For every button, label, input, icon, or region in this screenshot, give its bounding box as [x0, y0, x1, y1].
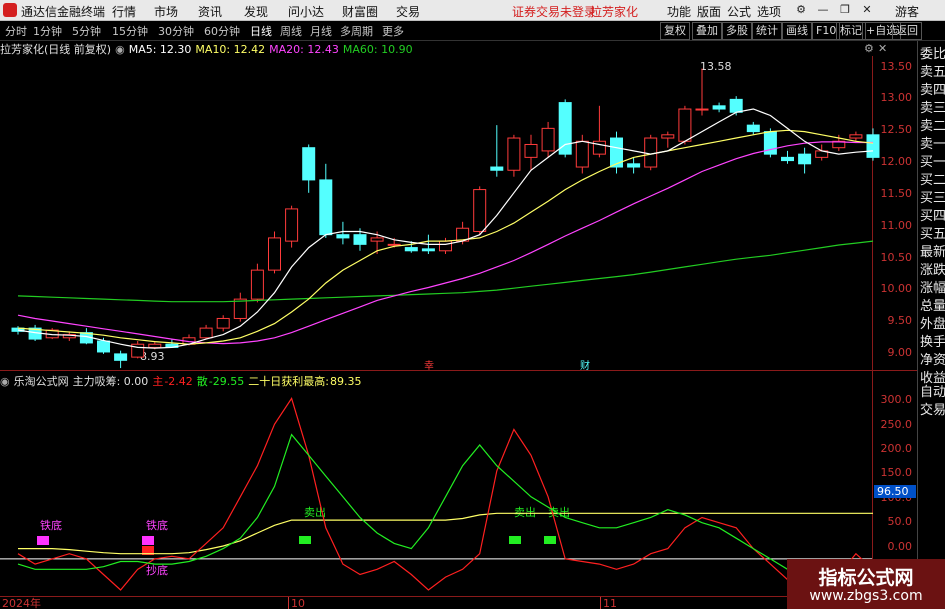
sub-current-value: 96.50	[877, 485, 909, 498]
panel-buy4[interactable]: 买四	[920, 209, 945, 225]
candle-body	[199, 327, 213, 339]
date-label: 10	[291, 597, 305, 609]
candle-body	[285, 208, 299, 242]
panel-buy5[interactable]: 买五	[920, 227, 945, 243]
candle-body	[490, 166, 504, 171]
sub-tick: 0.00	[888, 540, 913, 553]
price-axis: 13.50 13.00 12.50 12.00 11.50 11.00 10.5…	[881, 60, 913, 359]
kline-chart[interactable]: 13.50 13.00 12.50 12.00 11.50 11.00 10.5…	[0, 0, 945, 609]
sub-tick: 50.0	[888, 515, 913, 528]
maichu-marker	[544, 536, 556, 544]
candle-body	[370, 237, 384, 242]
candle-body	[473, 189, 487, 232]
price-tick: 11.50	[881, 187, 913, 200]
watermark-box: 指标公式网 www.zbgs3.com	[787, 559, 945, 609]
candle-body	[216, 317, 230, 329]
panel-sell4[interactable]: 卖四	[920, 83, 945, 99]
candle-body	[712, 105, 726, 110]
panel-buy1[interactable]: 买一	[920, 155, 945, 171]
price-tick: 10.00	[881, 282, 913, 295]
event-mark[interactable]: 幸	[424, 360, 434, 372]
price-tick: 13.00	[881, 91, 913, 104]
candle-body	[798, 153, 812, 165]
candle-body	[627, 163, 641, 168]
candle-body	[353, 234, 367, 245]
panel-buy3[interactable]: 买三	[920, 191, 945, 207]
baodi-label: 抄底	[146, 563, 168, 577]
panel-volume[interactable]: 总量	[920, 299, 945, 315]
candle-body	[678, 108, 692, 142]
price-tick: 11.00	[881, 219, 913, 232]
panel-netasset[interactable]: 净资	[920, 353, 945, 369]
panel-sell5[interactable]: 卖五	[920, 65, 945, 81]
candle-body	[439, 240, 452, 252]
watermark-title: 指标公式网	[818, 567, 914, 589]
candle-body	[233, 298, 247, 319]
sub-tick: 150.0	[881, 466, 913, 479]
tiedi-label: 铁底	[40, 518, 62, 532]
candle-body	[507, 137, 521, 171]
ma10-line	[17, 129, 874, 345]
candle-body	[524, 143, 538, 158]
candle-body	[404, 247, 418, 252]
price-tick: 12.00	[881, 155, 913, 168]
candle-body	[558, 102, 572, 155]
price-tick: 13.50	[881, 60, 913, 73]
panel-turnover[interactable]: 换手	[920, 335, 945, 351]
panel-trade[interactable]: 交易	[920, 403, 945, 419]
tiedi-marker	[142, 536, 154, 545]
panel-sell1[interactable]: 卖一	[920, 137, 945, 153]
candle-body	[336, 234, 350, 239]
right-quote-panel: 委比 卖五 卖四 卖三 卖二 卖一 买一 买二 买三 买四 买五 最新 涨跌 涨…	[917, 41, 945, 609]
maichu-label: 卖出	[514, 505, 536, 519]
sub-tick: 200.0	[881, 442, 913, 455]
candle-body	[421, 248, 435, 252]
panel-change[interactable]: 涨跌	[920, 263, 945, 279]
maichu-marker	[509, 536, 521, 544]
candle-body	[575, 140, 589, 168]
price-tick: 12.50	[881, 123, 913, 136]
price-tick: 10.50	[881, 251, 913, 264]
sub-tick: 300.0	[881, 393, 913, 406]
candle-body	[866, 134, 880, 158]
panel-latest[interactable]: 最新	[920, 245, 945, 261]
watermark-url: www.zbgs3.com	[809, 588, 923, 604]
panel-outer[interactable]: 外盘	[920, 317, 945, 333]
tiedi-marker	[37, 536, 49, 545]
panel-change-pct[interactable]: 涨幅	[920, 281, 945, 297]
candle-body	[849, 134, 863, 139]
candle-body	[97, 340, 110, 353]
candle-body	[729, 98, 743, 113]
event-mark[interactable]: 财	[580, 359, 590, 372]
sub-axis: 300.0 250.0 200.0 150.0 100.0 50.0 0.00	[881, 393, 913, 553]
candle-body	[268, 237, 281, 271]
tiedi-label: 铁底	[146, 518, 168, 532]
date-label: 2024年	[2, 596, 41, 609]
date-label: 11	[603, 597, 617, 609]
panel-weibi[interactable]: 委比	[920, 47, 945, 63]
candle-body	[319, 179, 333, 236]
price-tick: 9.50	[888, 314, 913, 327]
ma5-line	[17, 108, 874, 349]
candle-body	[695, 108, 709, 111]
candle-body	[250, 269, 264, 300]
price-tick: 9.00	[888, 346, 913, 359]
candle-body	[746, 124, 760, 133]
candle-body	[661, 134, 675, 139]
sub-tick: 250.0	[881, 418, 913, 431]
panel-sell3[interactable]: 卖三	[920, 101, 945, 117]
candle-body	[387, 243, 401, 246]
candle-body	[541, 127, 555, 152]
candle-body	[114, 353, 128, 361]
candle-body	[781, 156, 794, 162]
candle-body	[302, 147, 316, 181]
maichu-marker	[299, 536, 311, 544]
panel-auto[interactable]: 自动	[920, 385, 945, 401]
panel-sell2[interactable]: 卖二	[920, 119, 945, 135]
high-annotation: 13.58	[700, 60, 732, 73]
candle-body	[644, 137, 658, 168]
zhu-line	[17, 396, 874, 591]
candle-body	[148, 343, 162, 348]
panel-buy2[interactable]: 买二	[920, 173, 945, 189]
